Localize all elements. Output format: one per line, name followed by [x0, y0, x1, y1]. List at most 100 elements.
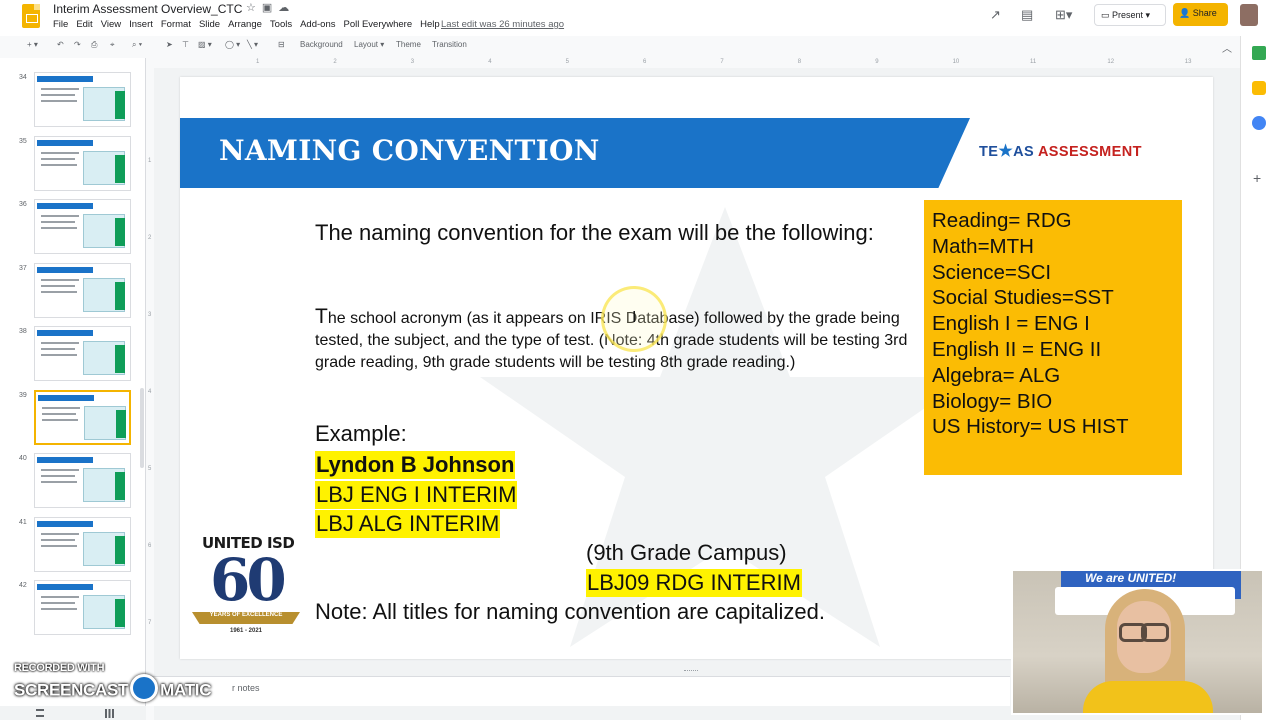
menu-format[interactable]: Format: [161, 19, 191, 30]
slide-thumbnail[interactable]: [34, 262, 131, 318]
webcam-banner-text: We are UNITED!: [1085, 571, 1177, 585]
comment-add-icon[interactable]: ⊟: [278, 40, 285, 49]
menu-help[interactable]: Help: [420, 19, 440, 30]
add-addon-icon[interactable]: +: [1253, 170, 1261, 186]
thumbnail-line: [41, 544, 77, 547]
select-cursor-icon[interactable]: ➤: [166, 40, 173, 49]
slide-thumbnail[interactable]: [34, 516, 131, 572]
present-button[interactable]: ▭ Present ▾: [1094, 4, 1166, 26]
screencast-watermark: SCREENCAST MATIC: [14, 674, 211, 702]
print-icon[interactable]: ⎙: [91, 40, 97, 50]
star-icon[interactable]: ☆: [246, 1, 256, 14]
line-icon[interactable]: ╲ ▾: [247, 40, 258, 49]
menu-view[interactable]: View: [101, 19, 121, 30]
district-logo[interactable]: UNITED ISD 60 YEARS OF EXCELLENCE 1961 -…: [192, 532, 300, 642]
thumbnail-line: [41, 596, 79, 598]
keep-icon[interactable]: [1252, 81, 1266, 95]
ruler-mark: 1: [256, 59, 260, 65]
grid-view-icon[interactable]: [105, 709, 114, 718]
avatar[interactable]: [1240, 4, 1258, 26]
slide-thumbnail[interactable]: [34, 135, 131, 191]
menu-addons[interactable]: Add-ons: [300, 19, 335, 30]
slides-logo-icon[interactable]: [22, 4, 40, 28]
comment-icon[interactable]: ▤: [1021, 7, 1033, 23]
menu-insert[interactable]: Insert: [129, 19, 153, 30]
share-button[interactable]: 👤 Share: [1173, 3, 1228, 26]
slides-app: Interim Assessment Overview_CTC ☆ ▣ ☁ Fi…: [0, 0, 1280, 720]
activity-trend-icon[interactable]: ↗: [990, 7, 1001, 23]
list-view-icon[interactable]: [36, 709, 44, 717]
layout-button[interactable]: Layout ▾: [354, 40, 384, 49]
speaker-notes-placeholder[interactable]: r notes: [232, 683, 260, 693]
paint-format-icon[interactable]: ⌖: [110, 40, 115, 50]
undo-icon[interactable]: ↶: [57, 40, 64, 49]
campus-label[interactable]: (9th Grade Campus): [586, 540, 787, 566]
filmstrip-view-bar: [0, 706, 146, 720]
share-label: Share: [1192, 8, 1217, 18]
shape-icon[interactable]: ◯ ▾: [225, 40, 240, 49]
slide-thumbnail[interactable]: [34, 326, 131, 381]
menu-poll-everywhere[interactable]: Poll Everywhere: [343, 19, 412, 30]
last-edit-link[interactable]: Last edit was 26 minutes ago: [441, 19, 564, 30]
menu-arrange[interactable]: Arrange: [228, 19, 262, 30]
document-title[interactable]: Interim Assessment Overview_CTC: [53, 2, 242, 16]
menu-tools[interactable]: Tools: [270, 19, 292, 30]
move-folder-icon[interactable]: ▣: [262, 1, 272, 14]
textbox-icon[interactable]: ⊤: [182, 40, 189, 49]
intro-text[interactable]: The naming convention for the exam will …: [315, 218, 875, 248]
thumbnail-accent: [115, 535, 125, 564]
code-math: Math=MTH: [932, 234, 1034, 258]
slide-title[interactable]: NAMING CONVENTION: [219, 134, 600, 167]
thumbnail-line: [42, 418, 78, 421]
ruler-mark: 4: [148, 389, 152, 395]
speaker-notes-panel[interactable]: [146, 676, 1010, 706]
background-button[interactable]: Background: [300, 40, 343, 49]
thumbnail-line: [41, 354, 77, 356]
slide-thumbnail[interactable]: [34, 199, 131, 254]
new-slide-icon[interactable]: + ▾: [27, 40, 38, 49]
subject-code-box[interactable]: Reading= RDG Math=MTH Science=SCI Social…: [924, 200, 1182, 475]
slide-thumbnail[interactable]: [34, 580, 131, 635]
cloud-status-icon[interactable]: ☁: [278, 1, 289, 14]
texas-assessment-logo: TE★AS ASSESSMENT: [979, 141, 1142, 161]
transition-button[interactable]: Transition: [432, 40, 467, 49]
code-algebra: Algebra= ALG: [932, 363, 1061, 387]
thumbnail-line: [41, 290, 77, 293]
campus-code[interactable]: LBJ09 RDG INTERIM: [586, 569, 802, 597]
menu-edit[interactable]: Edit: [76, 19, 92, 30]
thumbnail-line: [41, 469, 79, 471]
zoom-icon[interactable]: ⌕ ▾: [132, 40, 142, 50]
presenter-glasses: [1117, 623, 1171, 642]
slide-thumbnail[interactable]: [34, 389, 131, 445]
example-school-name[interactable]: Lyndon B Johnson: [315, 451, 516, 479]
note-text[interactable]: Note: All titles for naming convention a…: [315, 599, 825, 625]
watermark-recorded-text: RECORDED WITH: [14, 662, 105, 674]
ruler-mark: 12: [1107, 59, 1115, 65]
example-label[interactable]: Example:: [315, 421, 407, 447]
thumbnail-header: [37, 584, 93, 590]
ruler-mark: 11: [1030, 59, 1037, 65]
thumbnail-accent: [115, 472, 125, 500]
sheets-icon[interactable]: [1252, 46, 1266, 60]
slide-thumbnail[interactable]: [34, 453, 131, 508]
notes-resize-handle[interactable]: [684, 670, 698, 672]
thumbnail-accent: [115, 91, 125, 119]
tasks-icon[interactable]: [1252, 116, 1266, 130]
thumbnail-header: [37, 139, 93, 146]
code-biology: Biology= BIO: [932, 389, 1053, 413]
thumbnail-accent: [115, 154, 125, 183]
theme-button[interactable]: Theme: [396, 40, 421, 49]
example-eng-title[interactable]: LBJ ENG I INTERIM: [315, 481, 518, 509]
redo-icon[interactable]: ↷: [74, 40, 81, 49]
menu-file[interactable]: File: [53, 19, 68, 30]
image-icon[interactable]: ▨ ▾: [198, 40, 212, 49]
thumbnail-header: [37, 457, 93, 463]
menu-slide[interactable]: Slide: [199, 19, 220, 30]
ruler-mark: 3: [148, 312, 152, 318]
chevron-up-icon[interactable]: ︿: [1222, 40, 1232, 55]
meet-present-icon[interactable]: ⊞▾: [1055, 7, 1072, 23]
filmstrip-scrollbar[interactable]: [140, 388, 144, 468]
thumbnail-accent: [115, 345, 125, 373]
example-alg-title[interactable]: LBJ ALG INTERIM: [315, 510, 501, 538]
slide-thumbnail[interactable]: [34, 72, 131, 127]
